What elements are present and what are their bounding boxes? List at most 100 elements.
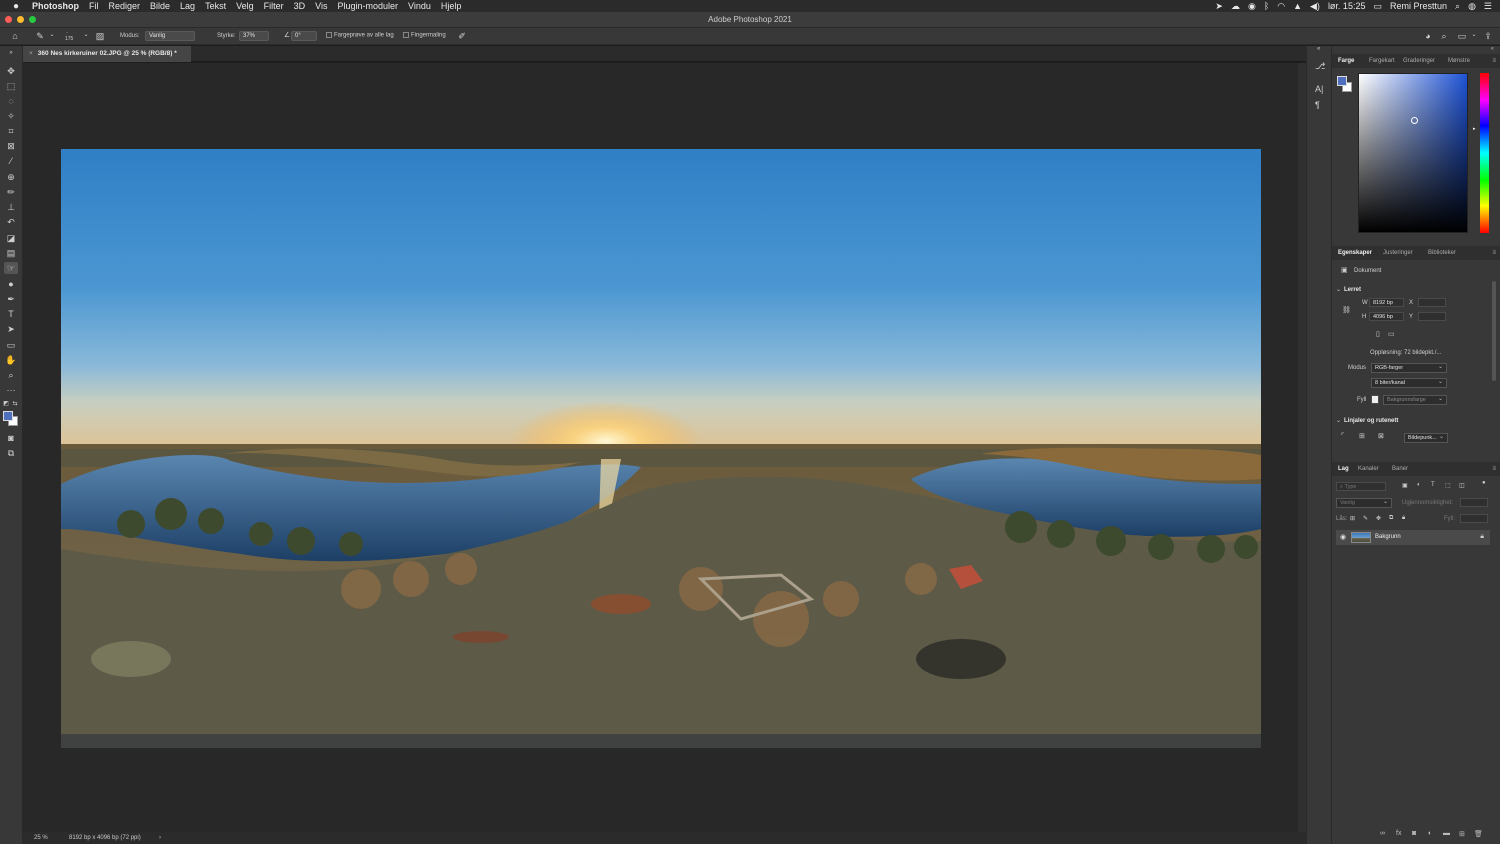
grid-icon[interactable]: ⊞ [1359,432,1365,440]
menu-fil[interactable]: Fil [89,1,99,11]
bluetooth-icon[interactable]: ᛒ [1264,1,1269,11]
wifi-icon[interactable]: ◠ [1277,1,1285,12]
units-select[interactable]: Bildepunk... [1404,433,1448,443]
chevron-down-icon[interactable]: ⌄ [46,31,58,42]
frame-tool-icon[interactable]: ⊠ [4,140,18,152]
creative-cloud-icon[interactable]: ☁ [1231,1,1240,12]
smudge-tool-icon[interactable]: ☞ [4,262,18,274]
clone-stamp-tool-icon[interactable]: ⊥ [4,201,18,213]
brush-tool-icon[interactable]: ✏ [4,186,18,198]
tab-lag[interactable]: Lag [1338,466,1349,472]
smudge-tool-preset-icon[interactable]: ✎ [34,31,46,42]
lasso-tool-icon[interactable]: ◌ [4,95,18,107]
chevron-down-icon[interactable]: ⌄ [80,31,92,42]
hue-slider-marker-icon[interactable]: ▸ [1473,126,1476,132]
collapse-panels-icon[interactable]: « [1317,46,1320,52]
paragraph-panel-icon[interactable]: ¶ [1315,100,1320,110]
menu-plugin[interactable]: Plugin-moduler [337,1,398,11]
menu-hjelp[interactable]: Hjelp [441,1,462,11]
blend-mode-select[interactable]: Vanlig [1336,498,1392,508]
new-layer-icon[interactable]: ⊞ [1459,830,1465,838]
control-center-icon[interactable]: ☰ [1484,1,1492,12]
panel-menu-icon[interactable]: ≡ [1492,250,1496,256]
search-icon[interactable]: ⌕ [1438,31,1450,42]
more-tools-icon[interactable]: ··· [4,384,18,396]
spotlight-search-icon[interactable]: ⌕ [1455,1,1460,12]
adjustment-layer-icon[interactable]: ◐ [1428,830,1432,837]
tab-justeringer[interactable]: Justeringer [1383,250,1413,256]
lock-position-icon[interactable]: ✥ [1376,515,1381,522]
filter-adjustment-icon[interactable]: ◐ [1417,482,1421,488]
tab-graderinger[interactable]: Graderinger [1403,58,1435,64]
strength-input[interactable]: 37% [239,31,269,41]
color-picker-ring[interactable] [1411,117,1418,124]
volume-icon[interactable]: ◀) [1310,1,1320,12]
canvas-area[interactable] [23,63,1298,832]
properties-scrollbar[interactable] [1492,281,1496,381]
mode-select[interactable]: Vanlig [145,31,195,41]
filter-pixel-icon[interactable]: ▣ [1402,482,1408,489]
menu-tekst[interactable]: Tekst [205,1,226,11]
x-input[interactable] [1418,298,1446,307]
mode-select[interactable]: RGB-farger [1371,363,1447,373]
gradient-tool-icon[interactable]: ▤ [4,247,18,259]
hue-slider[interactable] [1480,73,1489,233]
filter-toggle-icon[interactable]: ● [1482,480,1486,486]
menu-bilde[interactable]: Bilde [150,1,170,11]
zoom-level[interactable]: 25 % [34,835,48,841]
opacity-input[interactable] [1460,498,1488,507]
brush-preset-picker[interactable]: · 175 [62,30,82,43]
tab-fargekart[interactable]: Fargekart [1369,58,1395,64]
record-icon[interactable]: ◉ [1248,1,1256,12]
layer-filter-input[interactable]: ⌕ Type [1336,482,1386,491]
tab-farge[interactable]: Farge [1338,58,1354,64]
hand-tool-icon[interactable]: ✋ [4,354,18,366]
clock[interactable]: lør. 15:25 [1328,1,1366,11]
close-tab-icon[interactable]: × [29,50,33,57]
tab-monstre[interactable]: Mønstre [1448,58,1470,64]
crop-tool-icon[interactable]: ⌗ [4,125,18,137]
share-icon[interactable]: ⇪ [1482,31,1494,42]
canvas-section-title[interactable]: Lerret [1344,287,1361,293]
sample-all-layers-checkbox[interactable]: Fargeprøve av alle lag [326,32,394,39]
character-panel-icon[interactable]: A| [1315,84,1323,94]
trash-icon[interactable]: 🗑︎ [1474,830,1483,838]
panorama-image[interactable] [61,149,1261,748]
rulers-section-title[interactable]: Linjaler og rutenett [1344,418,1398,424]
y-input[interactable] [1418,312,1446,321]
tab-biblioteker[interactable]: Biblioteker [1428,250,1456,256]
menu-vindu[interactable]: Vindu [408,1,431,11]
color-field[interactable] [1358,73,1468,233]
location-icon[interactable]: ➤ [1215,1,1223,12]
history-panel-icon[interactable]: ⎇ [1315,61,1325,72]
share-user-icon[interactable]: ◕ [1422,31,1434,42]
status-arrow-icon[interactable]: › [159,835,161,841]
workspace-icon[interactable]: ▭ [1456,31,1468,42]
healing-brush-tool-icon[interactable]: ⊕ [4,171,18,183]
fx-icon[interactable]: fx [1396,830,1401,837]
filter-smart-object-icon[interactable]: ◫ [1459,482,1465,489]
path-selection-tool-icon[interactable]: ➤ [4,323,18,335]
lock-all-icon[interactable]: 🔒︎ [1402,515,1405,522]
lock-transparent-icon[interactable]: ⊞ [1350,515,1355,522]
quick-selection-tool-icon[interactable]: ✧ [4,110,18,122]
add-mask-icon[interactable]: ◙ [1412,830,1416,837]
quick-mask-icon[interactable]: ◙ [4,432,18,444]
panel-menu-icon[interactable]: ≡ [1492,58,1496,64]
document-tab[interactable]: × 360 Nes kirkeruiner 02.JPG @ 25 % (RGB/… [23,46,191,62]
default-colors-icon[interactable]: ◩ [2,398,10,410]
finger-painting-checkbox[interactable]: Fingermaling [403,32,446,39]
foreground-color-swatch[interactable] [3,411,13,421]
link-icon[interactable]: ⛓ [1342,306,1351,314]
foreground-color-swatch[interactable] [1337,76,1347,86]
guides-icon[interactable]: ⊠ [1378,432,1384,440]
width-input[interactable]: 8192 bp [1369,298,1404,307]
chevron-down-icon[interactable]: ⌄ [1468,31,1480,42]
apple-menu-icon[interactable]: ● [10,1,22,12]
screen-mode-icon[interactable]: ⧉ [4,447,18,459]
tab-kanaler[interactable]: Kanaler [1358,466,1379,472]
pressure-icon[interactable]: ✐ [456,31,468,42]
airplay-icon[interactable]: ▲ [1293,1,1302,11]
menu-rediger[interactable]: Rediger [109,1,141,11]
dodge-tool-icon[interactable]: ● [4,278,18,290]
